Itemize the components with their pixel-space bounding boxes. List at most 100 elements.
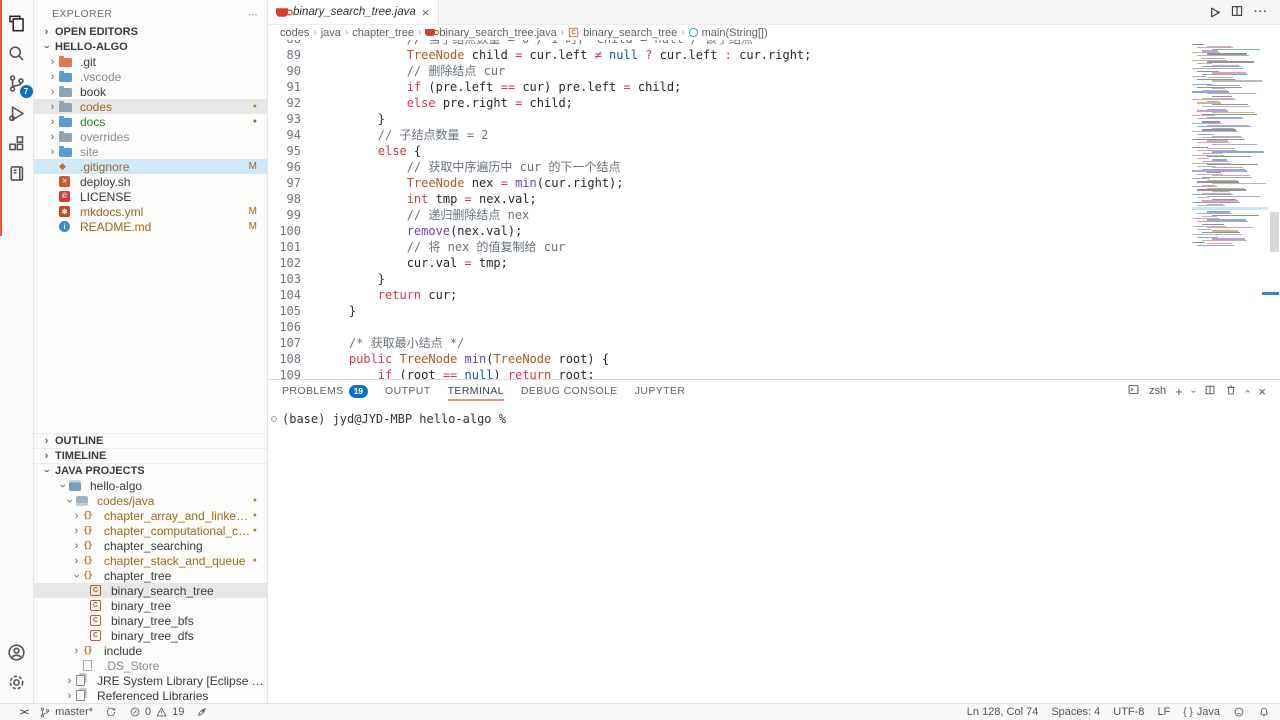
timeline-section[interactable]: › TIMELINE [34, 448, 267, 463]
project-binary-search-tree[interactable]: ›Cbinary_search_tree [34, 583, 267, 598]
code-line[interactable]: 97 TreeNode nex = min(cur.right); [268, 175, 1185, 191]
split-terminal-icon[interactable] [1204, 384, 1216, 399]
project-codes-java[interactable]: ›codes/java● [34, 493, 267, 508]
code-line[interactable]: 91 if (pre.left == cur) pre.left = child… [268, 79, 1185, 95]
kill-terminal-icon[interactable] [1225, 384, 1237, 399]
file-codes[interactable]: ›codes● [34, 99, 267, 114]
project--ds-store[interactable]: ›.DS_Store [34, 658, 267, 673]
code-line[interactable]: 89 TreeNode child = cur.left ≠ null ? cu… [268, 47, 1185, 63]
run-dropdown-icon[interactable]: › [1214, 11, 1224, 14]
code-line[interactable]: 90 // 删除结点 cur [268, 63, 1185, 79]
code-line[interactable]: 109 if (root == null) return root; [268, 367, 1185, 379]
code-line[interactable]: 104 return cur; [268, 287, 1185, 303]
minimap[interactable] [1192, 42, 1268, 352]
code-line[interactable]: 106 [268, 319, 1185, 335]
remote-indicator-icon[interactable]: >< [20, 707, 27, 718]
project-binary-tree-bfs[interactable]: ›Cbinary_tree_bfs [34, 613, 267, 628]
close-panel-icon[interactable]: × [1258, 384, 1266, 399]
file-license[interactable]: ›©LICENSE [34, 189, 267, 204]
code-line[interactable]: 108 public TreeNode min(TreeNode root) { [268, 351, 1185, 367]
extensions-icon[interactable] [2, 128, 32, 158]
feedback-smiley-icon[interactable] [1233, 706, 1245, 718]
breadcrumb-item[interactable]: chapter_tree [352, 27, 414, 39]
code-line[interactable]: 92 else pre.right = child; [268, 95, 1185, 111]
file--vscode[interactable]: ›.vscode [34, 69, 267, 84]
git-branch-status[interactable]: master* [39, 706, 93, 719]
project-include[interactable]: ›{}include [34, 643, 267, 658]
code-line[interactable]: 102 cur.val = tmp; [268, 255, 1185, 271]
encoding-status[interactable]: UTF-8 [1113, 706, 1144, 718]
project-referenced-libraries[interactable]: ›Referenced Libraries [34, 688, 267, 703]
breadcrumb-item[interactable]: binary_search_tree.java [425, 27, 556, 39]
explorer-icon[interactable] [2, 8, 32, 38]
panel-tab-problems[interactable]: PROBLEMS19 [282, 380, 368, 402]
terminal[interactable]: (base) jyd@JYD-MBP hello-algo % [268, 402, 1280, 703]
root-folder-section[interactable]: › HELLO-ALGO [34, 39, 267, 54]
maximize-panel-icon[interactable]: › [1242, 389, 1253, 392]
new-terminal-icon[interactable]: + [1175, 384, 1183, 399]
close-icon[interactable]: × [422, 6, 430, 19]
language-mode[interactable]: { } Java [1183, 706, 1220, 718]
project-jre-system-library-eclipse-temurin-17-17-[interactable]: ›JRE System Library [Eclipse Temurin 17 … [34, 673, 267, 688]
project-chapter-searching[interactable]: ›{}chapter_searching [34, 538, 267, 553]
project-hello-algo[interactable]: ›hello-algo [34, 478, 267, 493]
open-editors-section[interactable]: › OPEN EDITORS [34, 24, 267, 39]
code-line[interactable]: 98 int tmp = nex.val; [268, 191, 1185, 207]
terminal-profile-icon[interactable] [1127, 383, 1140, 399]
breadcrumb-item[interactable]: main(String[]) [689, 27, 768, 39]
code-line[interactable]: 95 else { [268, 143, 1185, 159]
file-readme-md[interactable]: ›iREADME.mdM [34, 219, 267, 234]
file-mkdocs-yml[interactable]: ›✱mkdocs.ymlM [34, 204, 267, 219]
java-projects-section[interactable]: › JAVA PROJECTS [34, 463, 267, 478]
panel-tab-debug-console[interactable]: DEBUG CONSOLE [521, 380, 618, 402]
search-icon[interactable] [2, 38, 32, 68]
file-book[interactable]: ›book [34, 84, 267, 99]
project-chapter-array-and-linkedlist[interactable]: ›{}chapter_array_and_linkedlist● [34, 508, 267, 523]
project-chapter-tree[interactable]: ›{}chapter_tree [34, 568, 267, 583]
terminal-dropdown-icon[interactable]: › [1188, 389, 1199, 392]
code-line[interactable]: 103 } [268, 271, 1185, 287]
explorer-more-icon[interactable]: ··· [248, 7, 257, 21]
notifications-bell-icon[interactable] [1258, 706, 1270, 718]
source-control-icon[interactable]: 7 [2, 68, 32, 98]
code-line[interactable]: 94 // 子结点数量 = 2 [268, 127, 1185, 143]
sync-icon[interactable] [105, 706, 117, 718]
breadcrumb-item[interactable]: java [321, 27, 341, 39]
settings-gear-icon[interactable] [2, 667, 32, 697]
code-line[interactable]: 96 // 获取中序遍历中 cur 的下一个结点 [268, 159, 1185, 175]
panel-tab-jupyter[interactable]: JUPYTER [635, 380, 686, 402]
notebook-icon[interactable] [2, 158, 32, 188]
cursor-position[interactable]: Ln 128, Col 74 [967, 706, 1039, 718]
code-line[interactable]: 99 // 递归删除结点 nex [268, 207, 1185, 223]
project-binary-tree-dfs[interactable]: ›Cbinary_tree_dfs [34, 628, 267, 643]
breadcrumb-item[interactable]: codes [280, 27, 309, 39]
project-binary-tree[interactable]: ›Cbinary_tree [34, 598, 267, 613]
split-editor-button[interactable] [1230, 4, 1244, 21]
file-overrides[interactable]: ›overrides [34, 129, 267, 144]
indentation-status[interactable]: Spaces: 4 [1051, 706, 1100, 718]
run-debug-icon[interactable] [2, 98, 32, 128]
eol-status[interactable]: LF [1157, 706, 1170, 718]
tab-binary-search-tree[interactable]: binary_search_tree.java × [268, 0, 439, 24]
file--git[interactable]: ›.git [34, 54, 267, 69]
project-chapter-stack-and-queue[interactable]: ›{}chapter_stack_and_queue● [34, 553, 267, 568]
code-line[interactable]: 105 } [268, 303, 1185, 319]
run-button[interactable]: › [1207, 5, 1220, 20]
code-line[interactable]: 101 // 将 nex 的值复制给 cur [268, 239, 1185, 255]
rocket-icon[interactable] [196, 706, 208, 718]
breadcrumb-item[interactable]: Cbinary_search_tree [568, 27, 677, 39]
file-deploy-sh[interactable]: ›>deploy.sh [34, 174, 267, 189]
account-icon[interactable] [2, 637, 32, 667]
code-line[interactable]: 100 remove(nex.val); [268, 223, 1185, 239]
project-chapter-computational-complexity[interactable]: ›{}chapter_computational_complexity● [34, 523, 267, 538]
file-docs[interactable]: ›docs● [34, 114, 267, 129]
panel-tab-terminal[interactable]: TERMINAL [448, 380, 504, 402]
editor-scrollbar[interactable] [1270, 212, 1279, 252]
file--gitignore[interactable]: ›◆.gitignoreM [34, 159, 267, 174]
file-site[interactable]: ›site [34, 144, 267, 159]
code-line[interactable]: 93 } [268, 111, 1185, 127]
panel-tab-output[interactable]: OUTPUT [385, 380, 431, 402]
code-line[interactable]: 88 // 当子结点数量 = 0 / 1 时， child = null / 该… [268, 40, 1185, 47]
code-editor[interactable]: 88 // 当子结点数量 = 0 / 1 时， child = null / 该… [268, 40, 1280, 379]
outline-section[interactable]: › OUTLINE [34, 433, 267, 448]
